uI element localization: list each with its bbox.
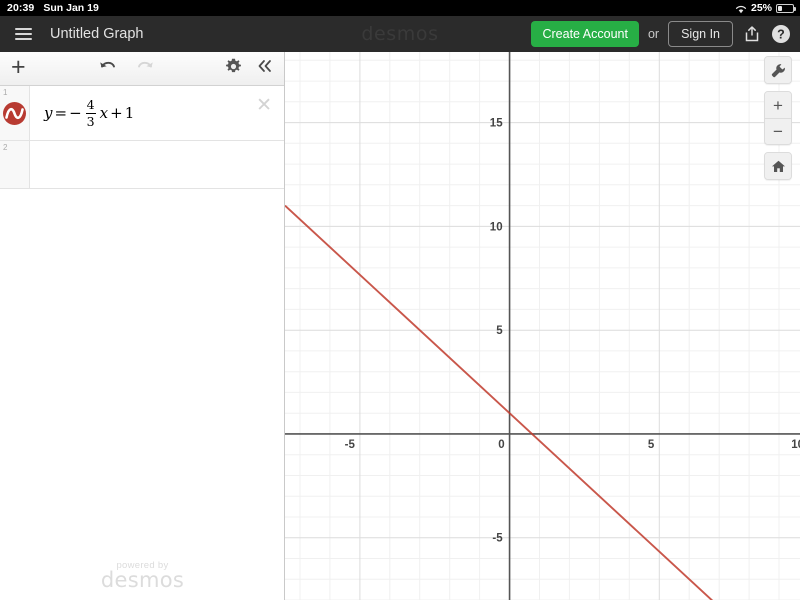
math-sign: − <box>69 104 82 122</box>
undo-icon[interactable] <box>98 58 117 79</box>
home-icon[interactable] <box>765 153 791 179</box>
expression-gutter: 2 <box>0 141 30 188</box>
x-tick-label: -5 <box>345 439 356 451</box>
expression-math: y = − 4 3 x + 1 <box>44 98 134 127</box>
home-group <box>764 152 792 180</box>
powered-by-label: powered by <box>0 560 285 571</box>
expression-list: 1 y = − 4 <box>0 86 284 189</box>
plus-icon[interactable]: + <box>11 55 26 80</box>
ios-status-bar: 20:39 Sun Jan 19 25% <box>0 0 800 16</box>
expression-index: 1 <box>3 88 7 97</box>
desmos-logo: desmos <box>340 23 460 45</box>
graph-tool-buttons: + − <box>764 56 792 180</box>
status-time: 20:39 <box>7 2 34 14</box>
svg-text:?: ? <box>777 28 785 42</box>
status-date: Sun Jan 19 <box>43 2 98 14</box>
battery-percent-label: 25% <box>751 2 772 14</box>
expression-toolbar: + <box>0 52 284 86</box>
top-navigation-bar: Untitled Graph desmos Create Account or … <box>0 16 800 52</box>
graph-title[interactable]: Untitled Graph <box>50 26 144 42</box>
y-tick-label: -5 <box>492 533 503 545</box>
sign-in-button[interactable]: Sign In <box>668 21 733 47</box>
fraction-numerator: 4 <box>87 98 95 111</box>
math-equals: = <box>54 104 67 122</box>
y-tick-label: 10 <box>490 221 503 233</box>
x-tick-label: 0 <box>498 439 504 451</box>
zoom-group: + − <box>764 91 792 145</box>
expression-row[interactable]: 2 <box>0 141 284 189</box>
axes <box>285 52 800 600</box>
plot-series <box>285 206 800 600</box>
graph-canvas[interactable]: -5 0 5 10 5 10 15 -5 <box>285 52 800 600</box>
wifi-icon <box>735 4 747 14</box>
close-icon[interactable]: ✕ <box>256 96 272 115</box>
nav-actions: Create Account or Sign In ? <box>531 21 791 47</box>
expression-panel: + <box>0 52 285 600</box>
create-account-button[interactable]: Create Account <box>531 21 638 47</box>
fraction-denominator: 3 <box>87 115 95 128</box>
zoom-in-label: + <box>773 97 783 114</box>
minor-gridlines <box>285 52 800 600</box>
status-right-cluster: 25% <box>735 2 794 14</box>
or-label: or <box>648 27 659 41</box>
x-tick-label: 5 <box>648 439 655 451</box>
zoom-out-label: − <box>773 123 783 140</box>
math-variable: x <box>100 104 108 122</box>
expression-content[interactable] <box>30 141 284 188</box>
help-icon[interactable]: ? <box>771 24 791 44</box>
x-tick-label: 10 <box>791 439 800 451</box>
battery-icon <box>776 4 794 13</box>
expression-index: 2 <box>3 143 7 152</box>
tick-labels: -5 0 5 10 5 10 15 -5 <box>345 118 800 545</box>
wrench-icon[interactable] <box>765 57 791 83</box>
expression-content[interactable]: y = − 4 3 x + 1 ✕ <box>30 86 284 140</box>
desmos-app: 20:39 Sun Jan 19 25% Untitled Graph desm… <box>0 0 800 600</box>
powered-by-footer: powered by desmos <box>0 560 285 592</box>
powered-by-brand: desmos <box>0 568 285 592</box>
double-chevron-left-icon[interactable] <box>256 58 274 79</box>
share-icon[interactable] <box>742 24 762 44</box>
toolbar-right-group <box>225 58 274 80</box>
math-lhs: y <box>44 104 52 122</box>
wrench-group <box>764 56 792 84</box>
expression-row[interactable]: 1 y = − 4 <box>0 86 284 141</box>
expression-gutter: 1 <box>0 86 30 140</box>
math-plus: + <box>110 104 123 122</box>
math-fraction: 4 3 <box>86 98 96 127</box>
y-tick-label: 15 <box>490 118 503 130</box>
y-tick-label: 5 <box>496 325 503 337</box>
gear-icon[interactable] <box>225 58 242 80</box>
major-gridlines <box>285 52 800 600</box>
zoom-in-button[interactable]: + <box>765 92 791 118</box>
redo-icon[interactable] <box>136 58 155 79</box>
graph-svg: -5 0 5 10 5 10 15 -5 <box>285 52 800 600</box>
undo-redo-group <box>98 58 155 79</box>
hamburger-menu-icon[interactable] <box>6 16 40 52</box>
curve-swatch-icon[interactable] <box>2 101 27 126</box>
math-constant: 1 <box>125 104 135 122</box>
zoom-out-button[interactable]: − <box>765 118 791 144</box>
